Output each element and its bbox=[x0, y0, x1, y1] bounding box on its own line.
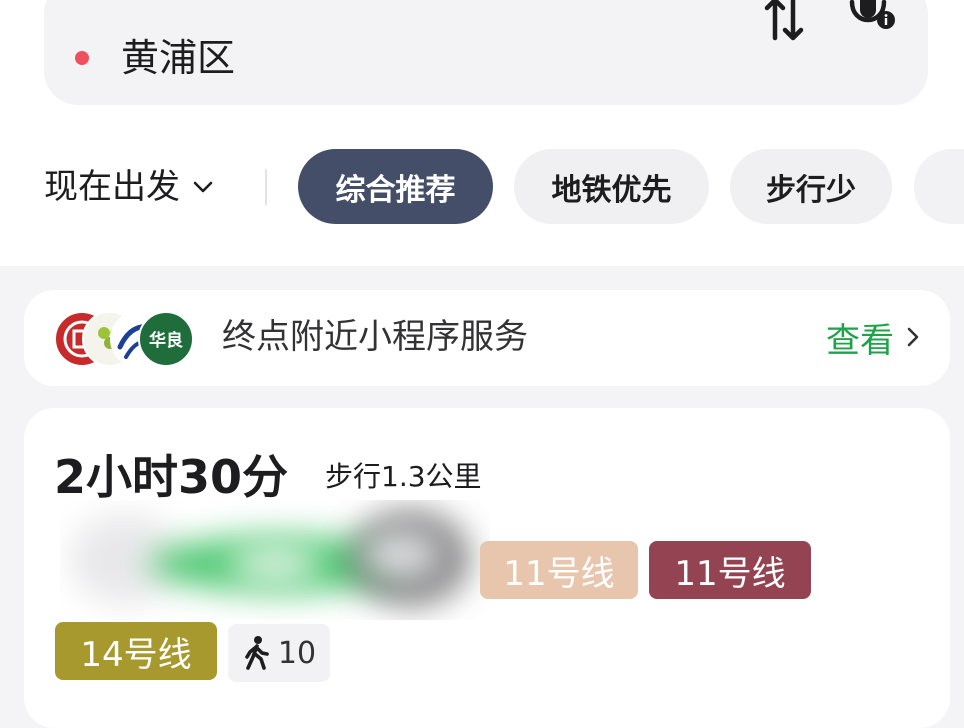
destination-dot-icon bbox=[75, 51, 89, 65]
line-segment-14: 14号线 bbox=[55, 622, 217, 680]
line-segment-11-light: 11号线 bbox=[480, 541, 638, 599]
redacted-area bbox=[60, 500, 490, 620]
chevron-down-icon bbox=[193, 181, 213, 193]
mini-program-view-link[interactable]: 查看 bbox=[826, 312, 924, 362]
route-walk-distance: 步行1.3公里 bbox=[325, 460, 482, 493]
filter-chip-subway-first[interactable]: 地铁优先 bbox=[514, 149, 709, 224]
swap-icon[interactable] bbox=[762, 0, 806, 42]
route-duration: 2小时30分 bbox=[54, 450, 289, 504]
destination-text: 黄浦区 bbox=[121, 36, 236, 80]
walk-segment: 10 bbox=[228, 624, 330, 682]
divider bbox=[265, 169, 267, 205]
depart-time-selector[interactable]: 现在出发 bbox=[44, 162, 216, 212]
chevron-right-icon bbox=[907, 327, 919, 347]
view-label: 查看 bbox=[826, 320, 894, 361]
line-segment-11: 11号线 bbox=[649, 541, 811, 599]
svg-text:华良: 华良 bbox=[149, 330, 183, 351]
filter-chip-recommended[interactable]: 综合推荐 bbox=[298, 149, 493, 224]
mini-program-text: 终点附近小程序服务 bbox=[222, 317, 528, 357]
walk-count: 10 bbox=[277, 635, 317, 671]
filter-chip-less-walking[interactable]: 步行少 bbox=[730, 149, 892, 224]
mini-program-banner[interactable]: 华良 终点附近小程序服务 查看 bbox=[24, 290, 950, 386]
depart-time-label: 现在出发 bbox=[44, 167, 180, 207]
walking-person-icon bbox=[245, 636, 269, 670]
logo-hualiang: 华良 bbox=[138, 311, 194, 367]
mini-program-logos: 华良 bbox=[54, 311, 194, 367]
microphone-icon[interactable] bbox=[846, 0, 900, 42]
